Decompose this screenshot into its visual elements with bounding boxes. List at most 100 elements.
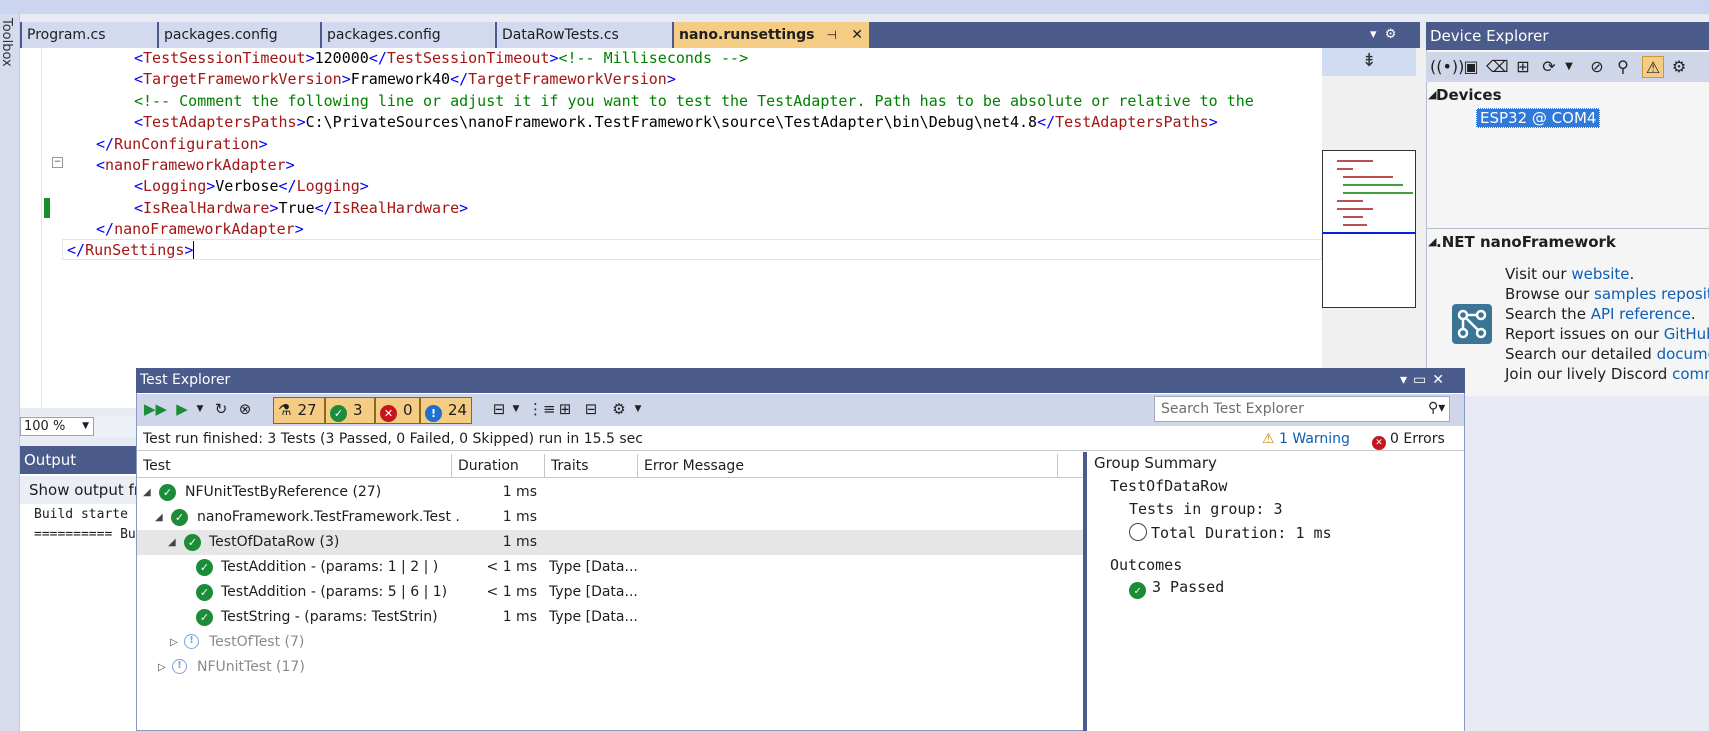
collapsed-icon[interactable]: ▷ (158, 655, 166, 680)
test-tree-row[interactable]: ▷ ! NFUnitTest (17) (137, 655, 1083, 680)
warning-icon: ⚠ (1262, 431, 1275, 447)
chevron-down-icon[interactable]: ▼ (510, 398, 522, 422)
chevron-down-icon[interactable]: ▼ (1558, 56, 1580, 78)
collapsed-icon[interactable]: ▷ (170, 630, 178, 655)
split-editor-icon[interactable]: ⇟ (1322, 48, 1416, 76)
zoom-value: 100 % (24, 419, 66, 434)
expanded-icon[interactable]: ◢ (155, 505, 163, 530)
group-by-icon[interactable]: ⋮≡ (528, 398, 556, 422)
code-line: <IsRealHardware>True</IsRealHardware> (134, 199, 469, 217)
close-icon[interactable]: ✕ (851, 22, 863, 48)
tab-packages-config-1[interactable]: packages.config (159, 22, 321, 48)
column-traits[interactable]: Traits (545, 454, 638, 478)
tab-datarowtests-cs[interactable]: DataRowTests.cs (497, 22, 673, 48)
tab-packages-config-2[interactable]: packages.config (322, 22, 496, 48)
passed-outcome: ✓ 3 Passed (1129, 578, 1224, 599)
test-explorer-title: Test Explorer (136, 368, 1465, 393)
device-item[interactable]: ESP32 @ COM4 (1476, 108, 1601, 128)
search-input[interactable]: Search Test Explorer (1154, 396, 1450, 422)
failed-tests-filter[interactable]: ✕ 0 (375, 397, 420, 424)
playlist-icon[interactable]: ⊟ (488, 398, 510, 422)
toolbox-label: Toolbox (0, 18, 14, 67)
website-link[interactable]: website (1571, 265, 1629, 283)
discord-link[interactable]: commun (1672, 365, 1709, 383)
top-strip (0, 0, 1709, 14)
check-icon: ✓ (159, 484, 176, 501)
column-test[interactable]: Test (137, 454, 452, 478)
devices-heading: Devices (1436, 86, 1502, 104)
test-tree-row-selected[interactable]: ◢ ✓ TestOfDataRow (3) 1 ms (137, 530, 1083, 555)
run-all-icon[interactable]: ▶▶ (144, 398, 167, 422)
expand-all-icon[interactable]: ⊞ (554, 398, 576, 422)
warnings-link[interactable]: ⚠ 1 Warning (1262, 427, 1350, 451)
passed-tests-filter[interactable]: ✓ 3 (325, 397, 375, 424)
de-link-line: Search our detailed documenta (1505, 345, 1709, 363)
pin-icon[interactable]: ⊣ (827, 22, 837, 48)
chevron-down-icon[interactable]: ▼ (194, 398, 206, 422)
test-tree-row[interactable]: ✓ TestAddition - (params: 5 | 6 | 1) < 1… (137, 580, 1083, 605)
ping-icon[interactable]: ((•)) (1430, 56, 1464, 78)
flask-icon: ⚗ (278, 401, 292, 419)
device-caps-icon[interactable]: ▣ (1460, 56, 1482, 78)
search-icon[interactable]: ⚲ (1612, 56, 1634, 78)
column-error-message[interactable]: Error Message (638, 454, 1058, 478)
test-tree-row[interactable]: ✓ TestAddition - (params: 1 | 2 | ) < 1 … (137, 555, 1083, 580)
code-line: </RunSettings> (67, 241, 195, 259)
cancel-icon[interactable]: ⊗ (234, 398, 256, 422)
github-link[interactable]: GitHub rep (1664, 325, 1709, 343)
toolbox-tab[interactable]: Toolbox (0, 14, 20, 731)
device-explorer-toolbar: ((•)) ▣ ⌫ ⊞ ⟳ ▼ ⊘ ⚲ ⚠ ⚙ (1426, 52, 1709, 82)
documentation-link[interactable]: documenta (1657, 345, 1709, 363)
column-duration[interactable]: Duration (452, 454, 545, 478)
expanded-icon[interactable]: ◢ (168, 530, 176, 555)
repeat-run-icon[interactable]: ↻ (210, 398, 232, 422)
nanoframework-heading: .NET nanoFramework (1436, 233, 1616, 251)
zoom-dropdown[interactable]: 100 % ▼ (20, 417, 94, 436)
total-tests-filter[interactable]: ⚗ 27 (273, 397, 325, 424)
close-icon[interactable]: ✕ (1432, 372, 1450, 388)
gear-icon[interactable]: ⚙ (1668, 56, 1690, 78)
collapse-all-icon[interactable]: ⊟ (580, 398, 602, 422)
check-icon: ✓ (196, 559, 213, 576)
de-link-line: Search the API reference. (1505, 305, 1696, 323)
editor-tab-bar: Program.cs packages.config packages.conf… (20, 22, 1420, 48)
output-line: ========== Bu (34, 527, 136, 542)
chevron-down-icon[interactable]: ▼ (632, 398, 644, 422)
tab-label: packages.config (327, 27, 441, 43)
count: 3 (353, 401, 363, 419)
dropdown-icon[interactable]: ▾ (1400, 372, 1413, 388)
not-run-icon: ! (184, 634, 199, 649)
check-icon: ✓ (196, 584, 213, 601)
test-tree-row[interactable]: ✓ TestString - (params: TestStrin) 1 ms … (137, 605, 1083, 630)
samples-link[interactable]: samples repository (1594, 285, 1709, 303)
test-tree-row[interactable]: ◢ ✓ NFUnitTestByReference (27) 1 ms (137, 480, 1083, 505)
disable-icon[interactable]: ⊘ (1586, 56, 1608, 78)
output-source-label: Show output fro (20, 476, 138, 504)
api-reference-link[interactable]: API reference (1591, 305, 1691, 323)
de-link-line: Join our lively Discord commun (1505, 365, 1709, 383)
test-tree-row[interactable]: ◢ ✓ nanoFramework.TestFramework.Test . 1… (137, 505, 1083, 530)
warning-icon[interactable]: ⚠ (1642, 56, 1664, 78)
de-link-line: Browse our samples repository (1505, 285, 1709, 303)
tab-nano-runsettings[interactable]: nano.runsettings ⊣ ✕ (674, 22, 870, 48)
gear-icon[interactable]: ⚙ (1385, 27, 1397, 42)
group-summary-heading: Group Summary (1094, 454, 1217, 472)
not-run-tests-filter[interactable]: ! 24 (420, 397, 472, 424)
check-icon: ✓ (196, 609, 213, 626)
code-line: </RunConfiguration> (96, 135, 268, 153)
maximize-icon[interactable]: ▭ (1413, 372, 1432, 388)
tab-program-cs[interactable]: Program.cs (22, 22, 158, 48)
search-icon[interactable]: ⚲▾ (1428, 396, 1450, 422)
output-title[interactable]: Output (20, 446, 138, 474)
info-icon: ! (425, 405, 442, 422)
gear-icon[interactable]: ⚙ (608, 398, 630, 422)
collapse-toggle[interactable]: − (52, 157, 63, 168)
run-icon[interactable]: ▶ (172, 398, 192, 422)
expanded-icon[interactable]: ◢ (143, 480, 151, 505)
chevron-down-icon[interactable]: ▾ (1370, 27, 1377, 42)
test-tree-row[interactable]: ▷ ! TestOfTest (7) (137, 630, 1083, 655)
erase-icon[interactable]: ⌫ (1486, 56, 1509, 78)
errors-link[interactable]: ✕ 0 Errors (1372, 427, 1445, 451)
reboot-icon[interactable]: ⟳ (1538, 56, 1560, 78)
network-config-icon[interactable]: ⊞ (1512, 56, 1534, 78)
